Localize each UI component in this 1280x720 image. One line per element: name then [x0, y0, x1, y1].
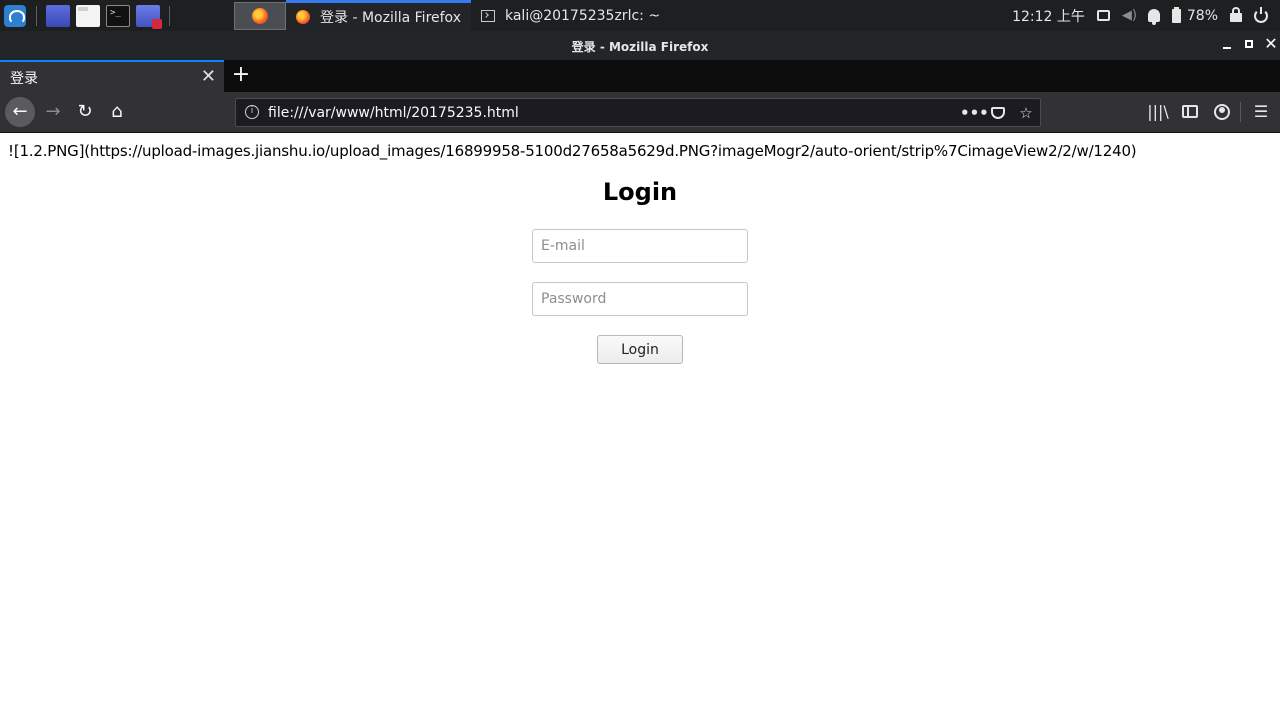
firefox-icon	[252, 7, 268, 24]
taskbar-separator	[169, 5, 170, 26]
taskbar-task-terminal[interactable]: kali@20175235zrlc: ~	[471, 0, 670, 31]
page-actions-icon[interactable]: •••	[960, 103, 989, 123]
display-icon[interactable]	[1096, 10, 1110, 21]
taskbar: 登录 - Mozilla Firefox kali@20175235zrlc: …	[0, 0, 1280, 31]
navigation-toolbar: ← → ↻ ⌂ i file:///var/www/html/20175235.…	[0, 92, 1280, 133]
clock[interactable]: 12:12 上午	[1012, 6, 1085, 26]
hamburger-menu-icon[interactable]: ☰	[1249, 100, 1273, 124]
back-arrow-icon[interactable]: ←	[5, 97, 35, 127]
minimize-icon[interactable]	[1220, 37, 1234, 51]
taskbar-task-label: 登录 - Mozilla Firefox	[320, 10, 461, 26]
tab-label: 登录	[10, 71, 38, 87]
url-bar[interactable]: i file:///var/www/html/20175235.html •••…	[235, 98, 1041, 127]
volume-icon[interactable]: ◀)	[1122, 8, 1137, 23]
taskbar-separator	[36, 5, 37, 26]
terminal-icon[interactable]	[106, 4, 130, 27]
sidebar-icon[interactable]	[1178, 100, 1202, 124]
info-icon[interactable]: i	[245, 105, 259, 119]
tab-close-icon[interactable]: ✕	[201, 66, 216, 87]
power-icon[interactable]	[1254, 6, 1268, 23]
desktop-icon[interactable]	[46, 4, 70, 27]
firefox-icon	[296, 10, 310, 24]
terminal-icon	[480, 9, 495, 22]
system-tray: 12:12 上午 ◀) 78%	[1012, 0, 1280, 31]
close-window-icon[interactable]: ✕	[1264, 36, 1278, 52]
taskbar-task-firefox[interactable]: 登录 - Mozilla Firefox	[286, 0, 471, 31]
battery-icon[interactable]	[1171, 6, 1181, 23]
login-button[interactable]: Login	[597, 335, 683, 364]
forward-arrow-icon[interactable]: →	[38, 97, 68, 127]
lock-icon[interactable]	[1230, 7, 1242, 22]
tab-strip: 登录 ✕ +	[0, 60, 1280, 92]
kali-menu-button[interactable]	[0, 0, 30, 31]
url-text[interactable]: file:///var/www/html/20175235.html	[268, 105, 519, 121]
bookmark-star-icon[interactable]: ☆	[1016, 103, 1036, 123]
window-title: 登录 - Mozilla Firefox	[571, 40, 709, 54]
page-content: ![1.2.PNG](https://upload-images.jianshu…	[0, 133, 1280, 720]
window-titlebar: 登录 - Mozilla Firefox ✕	[0, 31, 1280, 60]
library-icon[interactable]: |||\	[1146, 100, 1170, 124]
file-manager-icon[interactable]	[76, 4, 100, 27]
maximize-icon[interactable]	[1242, 37, 1256, 51]
toolbar-separator	[1240, 102, 1241, 122]
account-icon[interactable]	[1210, 100, 1234, 124]
kali-logo-icon	[4, 4, 26, 27]
password-field[interactable]	[532, 282, 748, 316]
taskbar-task-label: kali@20175235zrlc: ~	[504, 7, 661, 24]
email-field[interactable]	[532, 229, 748, 263]
new-tab-button[interactable]: +	[231, 62, 251, 88]
pocket-icon[interactable]	[988, 103, 1008, 123]
battery-percent: 78%	[1186, 7, 1218, 24]
taskbar-firefox-button[interactable]	[234, 1, 286, 30]
page-title: Login	[602, 178, 678, 206]
screen-recorder-icon[interactable]	[136, 4, 162, 29]
reload-icon[interactable]: ↻	[70, 97, 100, 127]
home-icon[interactable]: ⌂	[102, 97, 132, 127]
notification-bell-icon[interactable]	[1147, 9, 1160, 25]
tab-login[interactable]: 登录 ✕	[0, 60, 224, 92]
markdown-image-text: ![1.2.PNG](https://upload-images.jianshu…	[8, 142, 1137, 160]
